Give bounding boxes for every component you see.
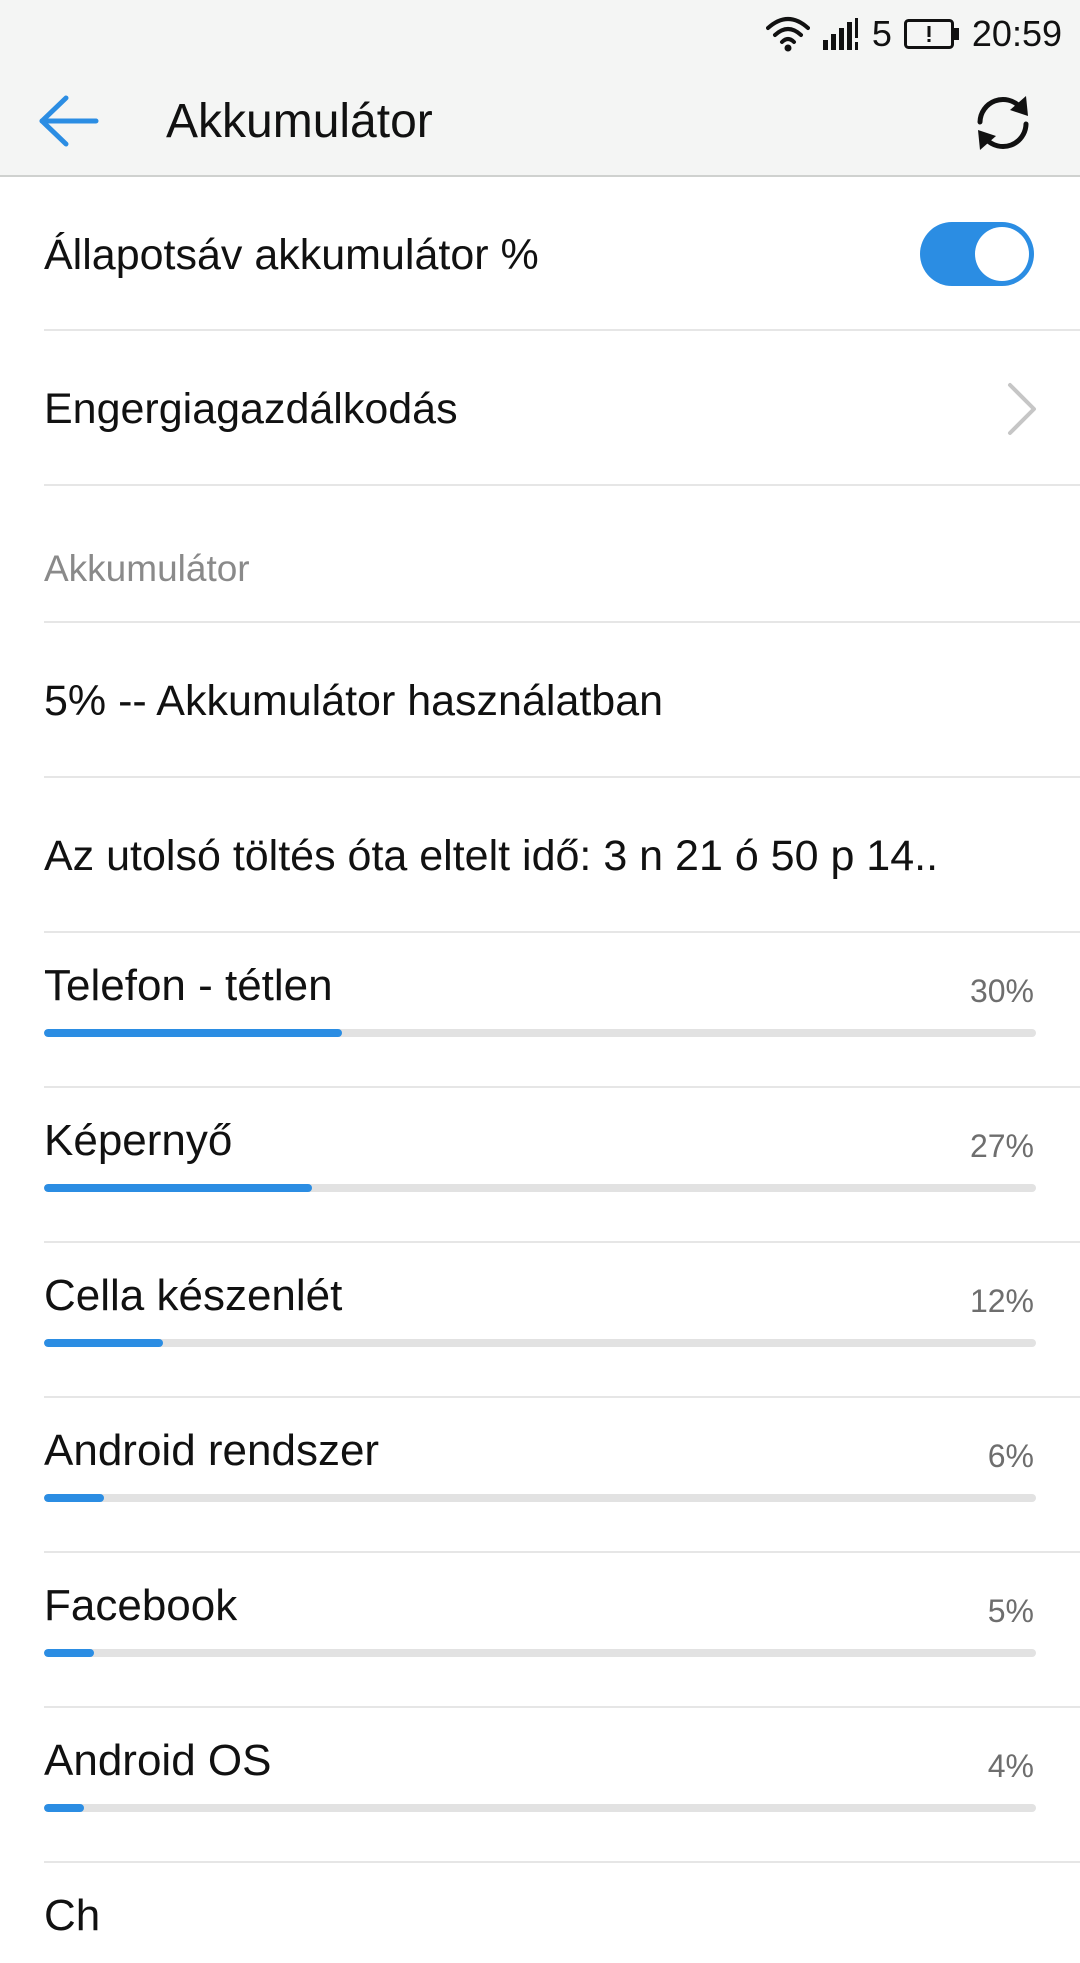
usage-item-percent: 6%	[987, 1438, 1034, 1474]
page-title: Akkumulátor	[166, 95, 433, 148]
battery-usage-list: Telefon - tétlen 30% Képernyő 27% Cella …	[0, 933, 1080, 1963]
usage-bar-fill	[44, 1494, 104, 1502]
arrow-left-icon	[39, 95, 99, 147]
usage-bar-track	[44, 1804, 1036, 1812]
toggle-knob	[975, 227, 1029, 281]
usage-item-name: Android rendszer	[44, 1426, 380, 1475]
refresh-icon	[977, 96, 1029, 150]
power-management-item[interactable]: Engergiagazdálkodás	[44, 331, 1080, 486]
usage-bar-track	[44, 1184, 1036, 1192]
battery-status-row: 5% -- Akkumulátor használatban	[44, 623, 1080, 778]
usage-bar-fill	[44, 1649, 94, 1657]
usage-item-name: Cella készenlét	[44, 1271, 343, 1320]
usage-item-partial[interactable]: Ch	[44, 1863, 1080, 1963]
usage-bar-track	[44, 1029, 1036, 1037]
usage-bar-fill	[44, 1339, 164, 1347]
status-bar: 5 20:59	[0, 0, 1080, 68]
usage-item[interactable]: Telefon - tétlen 30%	[44, 933, 1080, 1088]
battery-section-label: Akkumulátor	[44, 548, 250, 589]
settings-list: Állapotsáv akkumulátor % Engergiagazdálk…	[0, 177, 1080, 1963]
usage-bar-fill	[44, 1804, 84, 1812]
usage-bar-fill	[44, 1029, 342, 1037]
usage-item-percent: 5%	[987, 1593, 1034, 1629]
usage-item-percent: 4%	[987, 1748, 1034, 1784]
statusbar-percent-toggle[interactable]	[920, 222, 1034, 286]
app-bar: Akkumulátor	[0, 68, 1080, 177]
usage-item-name: Képernyő	[44, 1116, 233, 1165]
refresh-button[interactable]	[968, 88, 1038, 158]
battery-alert-icon	[903, 19, 960, 49]
battery-section-header: Akkumulátor	[44, 486, 1080, 623]
usage-item[interactable]: Cella készenlét 12%	[44, 1243, 1080, 1398]
usage-item[interactable]: Android OS 4%	[44, 1708, 1080, 1863]
usage-bar-track	[44, 1339, 1036, 1347]
statusbar-percent-setting[interactable]: Állapotsáv akkumulátor %	[44, 177, 1080, 331]
battery-status-text: 5% -- Akkumulátor használatban	[44, 677, 664, 725]
usage-item[interactable]: Képernyő 27%	[44, 1088, 1080, 1243]
time-since-charge-text: Az utolsó töltés óta eltelt idő: 3 n 21 …	[44, 832, 939, 880]
usage-item-percent: 30%	[969, 973, 1034, 1009]
usage-bar-fill	[44, 1184, 312, 1192]
wifi-icon	[765, 16, 810, 52]
power-management-label: Engergiagazdálkodás	[44, 385, 458, 433]
usage-bar-track	[44, 1649, 1036, 1657]
clock-time: 20:59	[971, 13, 1062, 54]
usage-item-percent: 12%	[969, 1283, 1034, 1319]
usage-item-name: Ch	[44, 1891, 101, 1940]
status-icons: 5 20:59	[765, 12, 1062, 56]
usage-item[interactable]: Android rendszer 6%	[44, 1398, 1080, 1553]
back-button[interactable]	[30, 86, 110, 156]
statusbar-percent-label: Állapotsáv akkumulátor %	[44, 231, 539, 279]
time-since-charge-row: Az utolsó töltés óta eltelt idő: 3 n 21 …	[44, 778, 1080, 933]
signal-label: 5	[871, 13, 892, 54]
usage-item-name: Facebook	[44, 1581, 238, 1630]
usage-item-name: Android OS	[44, 1736, 272, 1785]
usage-item-percent: 27%	[969, 1128, 1034, 1164]
usage-item[interactable]: Facebook 5%	[44, 1553, 1080, 1708]
signal-icon	[822, 18, 860, 50]
usage-item-name: Telefon - tétlen	[44, 961, 333, 1010]
usage-bar-track	[44, 1494, 1036, 1502]
chevron-right-icon	[1008, 383, 1036, 435]
